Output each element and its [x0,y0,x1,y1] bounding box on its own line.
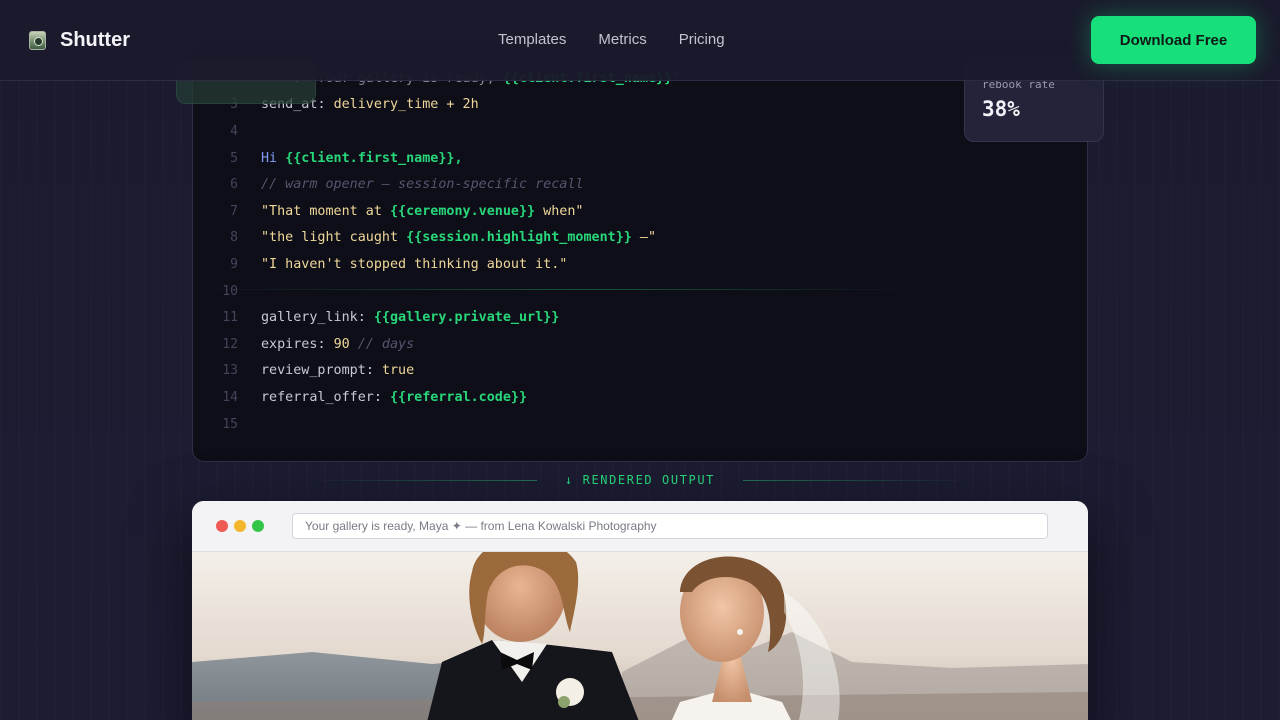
camera-logo-icon [29,31,46,50]
nav-link-pricing[interactable]: Pricing [679,31,725,48]
code-line: 12 expires: 90 // days [193,331,1087,358]
code-line: 11 gallery_link: {{gallery.private_url}} [193,304,1087,331]
code-line: 8 "the light caught {{session.highlight_m… [193,225,1087,252]
top-navbar: Shutter Templates Metrics Pricing Downlo… [0,0,1280,81]
line-number: 12 [222,336,238,352]
wedding-photo [192,552,1088,720]
code-token: gallery_link [261,310,358,326]
code-line: 14 referral_offer: {{referral.code}} [193,384,1087,411]
code-token: {{client.first_name}}, [285,150,463,166]
code-line: 9 "I haven't stopped thinking about it." [193,251,1087,278]
wedding-photo-illustration [192,552,1088,720]
code-token: : [317,336,334,352]
divider-line-left [308,479,537,481]
code-token: review_prompt [261,363,366,379]
code-token: // days [349,336,415,352]
brand-name: Shutter [60,29,130,51]
code-token: —" [631,230,657,246]
code-token: "I haven't stopped thinking about it." [261,256,568,272]
rendered-output-divider: ↓ RENDERED OUTPUT [192,470,1088,490]
template-code-panel: ': "Your gallery is ready, {{client.firs… [192,40,1088,462]
close-dot-icon [216,520,228,532]
line-number: 6 [230,177,238,193]
code-token: delivery_time + 2h [333,97,479,113]
glow-line [193,289,1087,290]
code-token: "the light caught [261,230,407,246]
code-line: 7 "That moment at {{ceremony.venue}} when… [193,198,1087,225]
code-line: 13 review_prompt: true [193,358,1087,385]
code-token: Hi [261,150,286,166]
nav-link-templates[interactable]: Templates [498,31,566,48]
code-token: "That moment at [261,203,390,219]
nav-links: Templates Metrics Pricing [498,31,725,48]
line-number: 4 [230,123,238,139]
subject-line-bar: Your gallery is ready, Maya ✦ — from Len… [292,513,1048,539]
code-token: : [373,389,390,405]
line-number: 11 [222,310,238,326]
line-number: 7 [230,203,238,219]
line-number: 10 [222,283,238,299]
code-token: {{gallery.private_url}} [373,310,560,326]
code-line: 3 send_at: delivery_time + 2h [193,92,1087,119]
line-number: 15 [222,416,238,432]
nav-link-metrics[interactable]: Metrics [598,31,646,48]
stat-value: 38% [982,97,1020,121]
download-free-button[interactable]: Download Free [1091,16,1256,64]
maximize-dot-icon [252,520,264,532]
code-line: 6 // warm opener — session-specific recal… [193,171,1087,198]
code-token: {{session.highlight_moment}} [406,230,632,246]
code-token: : [365,363,382,379]
divider-line-right [743,479,972,481]
line-number: 5 [230,150,238,166]
code-token: when" [535,203,584,219]
code-token: {{ceremony.venue}} [390,203,536,219]
brand[interactable]: Shutter [29,29,130,52]
code-line: 10 [193,278,1087,305]
divider-label: ↓ RENDERED OUTPUT [564,473,716,487]
code-token: true [381,363,415,379]
code-token: : [317,97,334,113]
line-number: 13 [222,363,238,379]
code-token: 90 [333,336,350,352]
email-preview-window: Your gallery is ready, Maya ✦ — from Len… [192,501,1088,720]
code-token: : [357,310,374,326]
code-token: // warm opener — session-specific recall [261,177,584,193]
code-line: 15 [193,411,1087,438]
code-token: {{referral.code}} [390,389,528,405]
line-number: 9 [230,256,238,272]
code-lines: ': "Your gallery is ready, {{client.firs… [193,65,1087,437]
window-titlebar: Your gallery is ready, Maya ✦ — from Len… [192,501,1088,552]
line-number: 8 [230,230,238,246]
code-token: referral_offer [261,389,374,405]
code-line: 4 [193,118,1087,145]
line-number: 14 [222,389,238,405]
code-token: expires [261,336,318,352]
minimize-dot-icon [234,520,246,532]
code-line: 5 Hi {{client.first_name}}, [193,145,1087,172]
